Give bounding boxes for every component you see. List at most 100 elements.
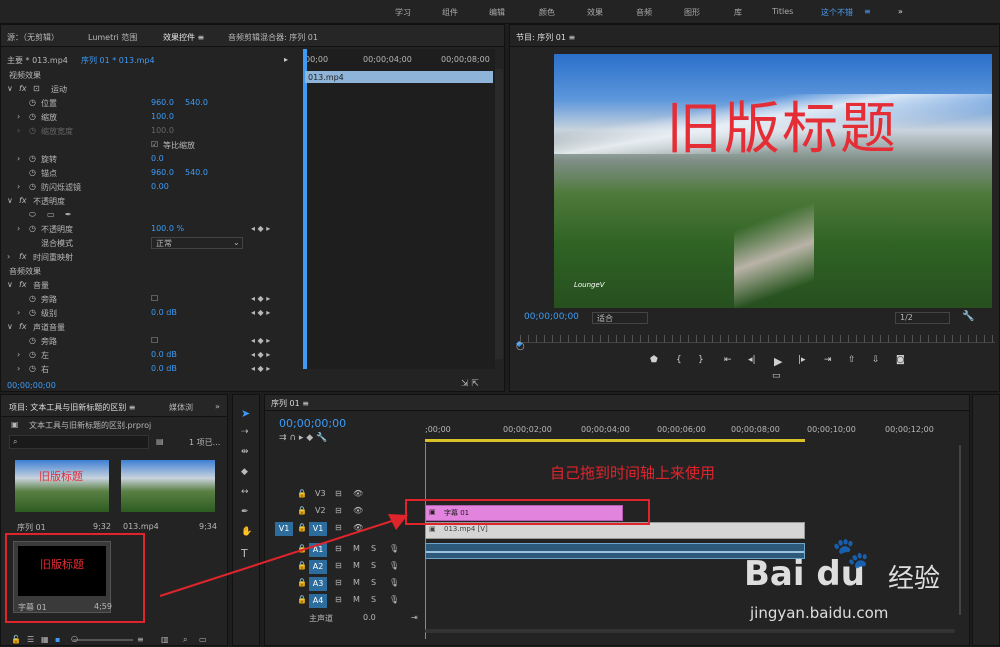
new-bin-footer-icon[interactable]: ▭ [199,635,207,644]
sort-icon[interactable]: ≡ [137,635,144,644]
export-icon[interactable]: ⇲ ⇱ [461,379,479,389]
keyframe-nav-icon[interactable]: ◂ ◆ ▸ [251,336,270,345]
step-forward-icon[interactable]: |▸ [798,355,806,365]
mini-playhead[interactable] [303,49,307,369]
stopwatch-icon[interactable]: ◷ [29,98,36,107]
pen-mask-icon[interactable]: ✒ [65,210,72,219]
stopwatch-icon[interactable]: ◷ [29,154,36,163]
mark-out-icon[interactable]: } [698,355,704,365]
ws-menu-icon[interactable]: ≡ [864,7,871,16]
rotation-value[interactable]: 0.0 [151,154,164,163]
program-timecode[interactable]: 00;00;00;00 [524,312,579,322]
bypass-checkbox[interactable]: ☐ [151,336,158,345]
anchor-y[interactable]: 540.0 [185,168,208,177]
blend-mode-select[interactable]: 正常 [151,237,243,249]
camera-icon[interactable]: ◙ [896,355,905,365]
program-ruler[interactable] [520,335,995,343]
stopwatch-icon[interactable]: ◷ [29,364,36,373]
marker-icon[interactable]: ⬟ [650,355,658,365]
effect-timecode[interactable]: 00;00;00;00 [7,381,56,390]
keyframe-nav-icon[interactable]: ◂ ◆ ▸ [251,294,270,303]
stopwatch-icon[interactable]: ◷ [29,350,36,359]
tab-media-browser[interactable]: 媒体浏 [169,402,193,413]
timeline-ruler[interactable]: ;00;00 00;00;02;00 00;00;04;00 00;00;06;… [425,423,965,445]
list-view-icon[interactable]: ☰ [27,635,34,644]
keyframe-nav-icon[interactable]: ◂ ◆ ▸ [251,308,270,317]
compare-view-icon[interactable]: ▭ [772,371,781,381]
keyframe-nav-icon[interactable]: ◂ ◆ ▸ [251,224,270,233]
ws-more-icon[interactable]: » [898,7,903,16]
lift-icon[interactable]: ⇧ [848,355,856,365]
ws-edit[interactable]: 编辑 [489,7,505,18]
tab-audio-mixer[interactable]: 音频剪辑混合器: 序列 01 [228,32,318,43]
tab-effect-controls[interactable]: 效果控件 ≡ [163,32,204,43]
stopwatch-icon[interactable]: ◷ [29,294,36,303]
play-icon[interactable]: ▶ [774,355,782,368]
program-video-frame[interactable]: 旧版标题 LoungeV [554,54,992,308]
slip-tool-icon[interactable]: ↔ [241,487,249,497]
zoom-slider-handle-icon[interactable]: ○ [71,634,78,643]
go-to-in-icon[interactable]: ⇤ [724,355,732,365]
master-clip-label[interactable]: 主要 * 013.mp4 [7,55,68,66]
timeline-playhead[interactable] [425,443,426,639]
right-value[interactable]: 0.0 dB [151,364,177,373]
lock-icon[interactable]: 🔓 [11,635,21,644]
ws-graphics[interactable]: 图形 [684,7,700,18]
position-x[interactable]: 960.0 [151,98,174,107]
tab-source[interactable]: 源：（无剪辑） [7,32,59,43]
icon-view-icon[interactable]: ▦ [41,635,49,644]
timeline-tab[interactable]: 序列 01 ≡ [271,398,309,409]
ws-titles[interactable]: Titles [772,7,793,16]
fit-select[interactable]: 适合 [592,312,648,324]
find-icon[interactable]: ⌕ [183,635,187,645]
extract-icon[interactable]: ⇩ [872,355,880,365]
stopwatch-icon[interactable]: ◷ [29,182,36,191]
level-value[interactable]: 0.0 dB [151,308,177,317]
stopwatch-icon[interactable]: ◷ [29,112,36,121]
program-title[interactable]: 节目: 序列 01 ≡ [516,32,575,43]
ws-audio[interactable]: 音频 [636,7,652,18]
step-back-icon[interactable]: ◂| [748,355,756,365]
keyframe-nav-icon[interactable]: ◂ ◆ ▸ [251,350,270,359]
ws-custom[interactable]: 这个不错 [821,7,853,18]
freeform-view-icon[interactable]: ▪ [55,635,60,644]
left-value[interactable]: 0.0 dB [151,350,177,359]
ws-effects[interactable]: 效果 [587,7,603,18]
tab-project[interactable]: 项目: 文本工具与旧新标题的区别 ≡ [9,402,135,413]
razor-tool-icon[interactable]: ◆ [241,467,248,477]
play-only-icon[interactable]: ▸ [284,55,288,64]
lock-track-icon[interactable]: 🔒 [297,489,307,498]
zoom-slider[interactable] [73,639,133,641]
opacity-value[interactable]: 100.0 % [151,224,184,233]
track-select-icon[interactable]: ⇢ [241,427,249,437]
tab-lumetri[interactable]: Lumetri 范围 [88,32,137,43]
timeline-tool-icons[interactable]: ⇉ ∩ ▸ ◆ 🔧 [279,433,327,443]
ws-assembly[interactable]: 组件 [442,7,458,18]
mark-in-icon[interactable]: { [676,355,682,365]
new-bin-icon[interactable]: ▤ [156,437,164,446]
keyframe-nav-icon[interactable]: ◂ ◆ ▸ [251,364,270,373]
sync-icon[interactable]: ⊟ [335,489,342,498]
ripple-edit-icon[interactable]: ⇹ [241,447,249,457]
stopwatch-icon[interactable]: ◷ [29,224,36,233]
rect-mask-icon[interactable]: ▭ [47,210,55,219]
scale-value[interactable]: 100.0 [151,112,174,121]
sequence-clip-label[interactable]: 序列 01 * 013.mp4 [81,55,155,66]
timeline-timecode[interactable]: 00;00;00;00 [279,417,346,430]
thumb-sequence[interactable]: 旧版标题 [15,460,109,512]
zoom-handle-icon[interactable]: ○ [516,341,525,352]
work-area-bar[interactable] [425,439,805,442]
flicker-value[interactable]: 0.00 [151,182,169,191]
selection-tool-icon[interactable]: ➤ [241,407,250,420]
eye-icon[interactable]: 👁 [353,489,363,498]
ws-library[interactable]: 库 [734,7,742,18]
master-value[interactable]: 0.0 [363,613,376,622]
automate-icon[interactable]: ▥ [161,635,169,644]
stopwatch-icon[interactable]: ◷ [29,336,36,345]
project-search-input[interactable]: ⌕ [9,435,149,449]
ws-learn[interactable]: 学习 [395,7,411,18]
mini-clip-bar[interactable]: 013.mp4 [305,71,493,83]
go-to-end-icon[interactable]: ⇥ [411,613,418,622]
stopwatch-icon[interactable]: ◷ [29,168,36,177]
anchor-x[interactable]: 960.0 [151,168,174,177]
